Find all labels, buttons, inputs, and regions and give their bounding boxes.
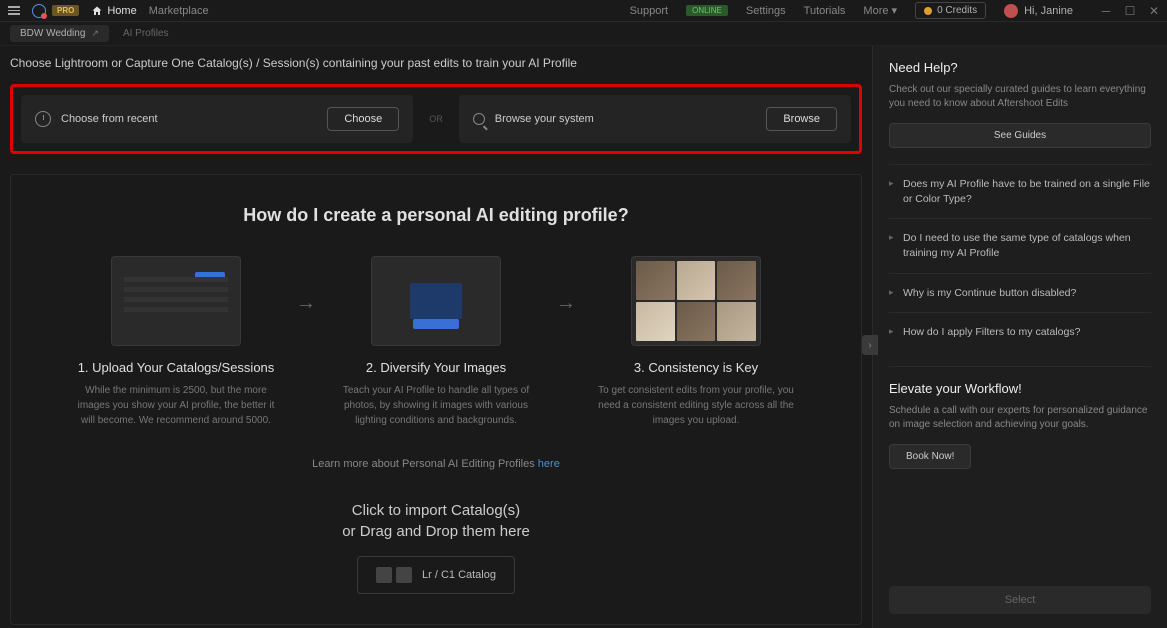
close-icon[interactable]: ✕ — [1149, 6, 1159, 16]
credits-badge[interactable]: 0 Credits — [915, 2, 986, 19]
project-name: BDW Wedding — [20, 28, 85, 39]
browse-label: Browse your system — [495, 113, 757, 125]
step-3-title: 3. Consistency is Key — [596, 360, 796, 375]
topbar: PRO Home Marketplace Support ONLINE Sett… — [0, 0, 1167, 22]
project-chip[interactable]: BDW Wedding ↗ — [10, 25, 109, 42]
maximize-icon[interactable]: ☐ — [1125, 6, 1135, 16]
clock-icon — [35, 111, 51, 127]
sidebar-collapse-handle[interactable]: › — [862, 335, 878, 355]
support-link[interactable]: Support — [630, 5, 669, 17]
breadcrumb[interactable]: AI Profiles — [123, 28, 169, 39]
step-2-desc: Teach your AI Profile to handle all type… — [336, 383, 536, 428]
import-title-line1: Click to import Catalog(s) — [41, 500, 831, 521]
elevate-desc: Schedule a call with our experts for per… — [889, 404, 1151, 432]
browse-selector: Browse your system Browse — [459, 95, 851, 143]
recent-label: Choose from recent — [61, 113, 317, 125]
more-dropdown[interactable]: More ▾ — [863, 4, 897, 17]
step-1-thumbnail — [111, 256, 241, 346]
external-link-icon: ↗ — [91, 28, 99, 39]
arrow-icon: → — [556, 256, 576, 315]
minimize-icon[interactable]: ─ — [1101, 6, 1111, 16]
elevate-section: Elevate your Workflow! Schedule a call w… — [889, 366, 1151, 485]
tutorials-link[interactable]: Tutorials — [804, 5, 846, 17]
recent-selector: Choose from recent Choose — [21, 95, 413, 143]
catalog-selectors: Choose from recent Choose OR Browse your… — [10, 84, 862, 154]
book-now-button[interactable]: Book Now! — [889, 444, 971, 469]
steps-row: 1. Upload Your Catalogs/Sessions While t… — [41, 256, 831, 428]
import-title-line2: or Drag and Drop them here — [41, 521, 831, 542]
catalog-icons — [376, 567, 412, 583]
step-2-thumbnail — [371, 256, 501, 346]
topbar-right: Support ONLINE Settings Tutorials More ▾… — [630, 2, 1159, 19]
or-divider: OR — [423, 114, 449, 124]
main-layout: Choose Lightroom or Capture One Catalog(… — [0, 46, 1167, 628]
lightroom-icon — [376, 567, 392, 583]
select-button[interactable]: Select — [889, 586, 1151, 614]
learn-more-link[interactable]: here — [538, 458, 560, 470]
captureone-icon — [396, 567, 412, 583]
step-1-desc: While the minimum is 2500, but the more … — [76, 383, 276, 428]
marketplace-link[interactable]: Marketplace — [149, 5, 209, 17]
step-3-desc: To get consistent edits from your profil… — [596, 383, 796, 428]
faq-item-1[interactable]: Does my AI Profile have to be trained on… — [889, 164, 1151, 218]
content-area: Choose Lightroom or Capture One Catalog(… — [0, 46, 872, 628]
credits-text: 0 Credits — [937, 5, 977, 16]
import-chip-text: Lr / C1 Catalog — [422, 569, 496, 581]
import-zone[interactable]: Click to import Catalog(s) or Drag and D… — [41, 500, 831, 594]
greeting-text: Hi, Janine — [1024, 5, 1073, 17]
search-icon — [473, 113, 485, 125]
faq-item-2[interactable]: Do I need to use the same type of catalo… — [889, 218, 1151, 272]
see-guides-button[interactable]: See Guides — [889, 123, 1151, 148]
step-1-title: 1. Upload Your Catalogs/Sessions — [76, 360, 276, 375]
import-chip[interactable]: Lr / C1 Catalog — [357, 556, 515, 594]
elevate-title: Elevate your Workflow! — [889, 381, 1151, 396]
step-3: 3. Consistency is Key To get consistent … — [596, 256, 796, 428]
online-badge: ONLINE — [686, 5, 728, 16]
guide-title: How do I create a personal AI editing pr… — [41, 205, 831, 226]
menu-icon[interactable] — [8, 6, 20, 15]
settings-link[interactable]: Settings — [746, 5, 786, 17]
browse-button[interactable]: Browse — [766, 107, 837, 131]
guide-container: How do I create a personal AI editing pr… — [10, 174, 862, 625]
home-link[interactable]: Home — [91, 5, 136, 17]
home-label: Home — [107, 5, 136, 17]
choose-button[interactable]: Choose — [327, 107, 399, 131]
avatar — [1004, 4, 1018, 18]
step-2-title: 2. Diversify Your Images — [336, 360, 536, 375]
learn-more-prefix: Learn more about Personal AI Editing Pro… — [312, 458, 538, 470]
credit-icon — [924, 7, 932, 15]
home-icon — [91, 5, 103, 17]
app-logo-icon — [32, 4, 46, 18]
step-2: 2. Diversify Your Images Teach your AI P… — [336, 256, 536, 428]
logo[interactable]: PRO — [32, 4, 79, 18]
faq-item-4[interactable]: How do I apply Filters to my catalogs? — [889, 312, 1151, 352]
pro-badge: PRO — [52, 5, 79, 16]
instruction-text: Choose Lightroom or Capture One Catalog(… — [10, 56, 862, 70]
chevron-right-icon: › — [868, 340, 871, 351]
topbar-left: PRO Home Marketplace — [8, 4, 209, 18]
subbar: BDW Wedding ↗ AI Profiles — [0, 22, 1167, 46]
window-controls: ─ ☐ ✕ — [1101, 6, 1159, 16]
faq-item-3[interactable]: Why is my Continue button disabled? — [889, 273, 1151, 313]
step-3-thumbnail — [631, 256, 761, 346]
step-1: 1. Upload Your Catalogs/Sessions While t… — [76, 256, 276, 428]
learn-more: Learn more about Personal AI Editing Pro… — [41, 458, 831, 470]
help-title: Need Help? — [889, 60, 1151, 75]
help-desc: Check out our specially curated guides t… — [889, 83, 1151, 111]
arrow-icon: → — [296, 256, 316, 315]
help-sidebar: Need Help? Check out our specially curat… — [872, 46, 1167, 628]
user-chip[interactable]: Hi, Janine — [1004, 4, 1073, 18]
